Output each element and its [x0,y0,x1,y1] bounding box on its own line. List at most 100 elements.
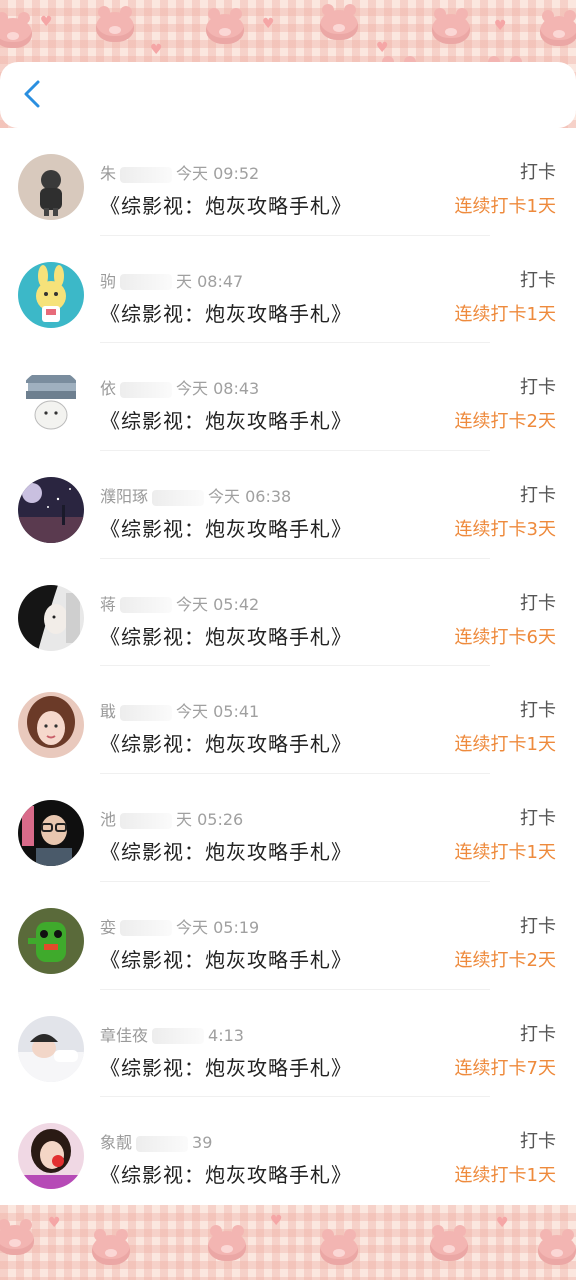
avatar[interactable] [18,154,84,220]
streak-label: 连续打卡2天 [454,411,556,433]
list-item[interactable]: 蒋 今天 05:42 《综影视：炮灰攻略手札》 打卡 连续打卡6天 [0,559,576,667]
user-name[interactable]: 章佳夜 [100,1026,148,1045]
blurred-name-mask [120,166,173,183]
streak-label: 连续打卡1天 [454,734,556,756]
list-item[interactable]: 池 天 05:26 《综影视：炮灰攻略手札》 打卡 连续打卡1天 [0,774,576,882]
user-name[interactable]: 濮阳琢 [100,487,148,506]
book-title[interactable]: 《综影视：炮灰攻略手札》 [100,836,352,865]
list-item[interactable]: 依 今天 08:43 《综影视：炮灰攻略手札》 打卡 连续打卡2天 [0,343,576,451]
streak-label: 连续打卡1天 [454,303,556,325]
avatar[interactable] [18,1015,84,1082]
streak-label: 连续打卡3天 [454,519,556,541]
night-sky-avatar-icon [18,477,84,544]
action-label: 打卡 [520,592,556,614]
blurred-name-mask [120,812,173,829]
book-title[interactable]: 《综影视：炮灰攻略手札》 [100,513,352,542]
list-item[interactable]: 章佳夜 4:13 《综影视：炮灰攻略手札》 打卡 连续打卡7天 [0,990,576,1098]
list-item[interactable]: 象靓 39 《综影视：炮灰攻略手札》 打卡 连续打卡1天 [0,1097,576,1205]
blurred-name-mask [120,274,173,291]
streak-label: 连续打卡1天 [454,1165,556,1187]
avatar[interactable] [18,1123,84,1190]
bear-decoration-icon [430,1225,468,1261]
streak-label: 连续打卡1天 [454,842,556,864]
user-name[interactable]: 娈 [100,918,116,937]
action-label: 打卡 [520,700,556,722]
checkin-list: 朱 今天 09:52 《综影视：炮灰攻略手札》 打卡 连续打卡1天 驹 天 08:4… [0,128,576,1205]
entry-meta: 章佳夜 4:13 [100,1022,244,1046]
list-item[interactable]: 驹 天 08:47 《综影视：炮灰攻略手札》 打卡 连续打卡1天 [0,236,576,344]
heart-decoration-icon: ♥ [376,40,389,56]
avatar[interactable] [18,907,84,974]
blurred-name-mask [120,381,173,398]
list-item[interactable]: 濮阳琢 今天 06:38 《综影视：炮灰攻略手札》 打卡 连续打卡3天 [0,451,576,559]
user-name[interactable]: 戢 [100,702,116,721]
avatar[interactable] [18,584,84,651]
book-title[interactable]: 《综影视：炮灰攻略手札》 [100,1052,352,1081]
user-name[interactable]: 蒋 [100,595,116,614]
entry-meta: 驹 天 08:47 [100,268,243,292]
entry-time: 今天 05:42 [176,594,260,614]
lying-girl-avatar-icon [18,1015,84,1082]
action-label: 打卡 [520,1023,556,1045]
green-toy-avatar-icon [18,907,84,974]
entry-time: 39 [192,1133,213,1153]
girl-red-avatar-icon [18,1123,84,1190]
heart-decoration-icon: ♥ [262,16,275,32]
cartoon-rabbit-avatar-icon [18,261,84,328]
glasses-man-avatar-icon [18,800,84,867]
entry-time: 今天 08:43 [176,379,260,399]
list-item[interactable]: 戢 今天 05:41 《综影视：炮灰攻略手札》 打卡 连续打卡1天 [0,666,576,774]
streak-label: 连续打卡2天 [454,949,556,971]
heart-decoration-icon: ♥ [48,1215,61,1231]
entry-time: 天 08:47 [176,271,244,291]
book-title[interactable]: 《综影视：炮灰攻略手札》 [100,1159,352,1188]
heart-decoration-icon: ♥ [150,42,163,58]
user-name[interactable]: 依 [100,379,116,398]
book-title[interactable]: 《综影视：炮灰攻略手札》 [100,298,352,327]
avatar[interactable] [18,261,84,328]
action-label: 打卡 [520,377,556,399]
entry-time: 4:13 [208,1025,244,1045]
book-title[interactable]: 《综影视：炮灰攻略手札》 [100,405,352,434]
user-name[interactable]: 池 [100,810,116,829]
entry-meta: 象靓 39 [100,1129,212,1153]
entry-meta: 蒋 今天 05:42 [100,591,259,615]
avatar[interactable] [18,369,84,436]
bear-decoration-icon [320,1229,358,1265]
top-nav-bar [0,62,576,128]
user-name[interactable]: 象靓 [100,1133,132,1152]
entry-meta: 戢 今天 05:41 [100,698,259,722]
avatar[interactable] [18,477,84,544]
entry-time: 今天 09:52 [176,164,260,183]
avatar[interactable] [18,800,84,867]
book-title[interactable]: 《综影视：炮灰攻略手札》 [100,621,352,650]
action-label: 打卡 [520,485,556,507]
book-title[interactable]: 《综影视：炮灰攻略手札》 [100,944,352,973]
streak-label: 连续打卡7天 [454,1057,556,1079]
entry-meta: 朱 今天 09:52 [100,160,259,184]
book-title[interactable]: 《综影视：炮灰攻略手札》 [100,728,352,757]
entry-meta: 濮阳琢 今天 06:38 [100,483,291,507]
entry-meta: 池 天 05:26 [100,806,243,830]
back-button[interactable] [14,76,50,112]
action-label: 打卡 [520,269,556,291]
entry-meta: 依 今天 08:43 [100,375,259,399]
blurred-name-mask [120,597,173,614]
blurred-name-mask [120,920,173,937]
avatar[interactable] [18,692,84,759]
portrait-bw-avatar-icon [18,584,84,651]
child-photo-avatar-icon [18,154,84,220]
user-name[interactable]: 驹 [100,272,116,291]
book-title[interactable]: 《综影视：炮灰攻略手札》 [100,190,352,219]
books-stack-avatar-icon [18,369,84,436]
bear-decoration-icon [320,4,358,40]
list-item[interactable]: 朱 今天 09:52 《综影视：炮灰攻略手札》 打卡 连续打卡1天 [0,128,576,236]
girl-portrait-avatar-icon [18,692,84,759]
blurred-name-mask [120,704,173,721]
bear-decoration-icon [432,8,470,44]
list-item[interactable]: 娈 今天 05:19 《综影视：炮灰攻略手札》 打卡 连续打卡2天 [0,882,576,990]
bear-decoration-icon [208,1225,246,1261]
user-name[interactable]: 朱 [100,164,116,183]
bear-decoration-icon [0,1219,34,1255]
entry-time: 天 05:26 [176,810,244,830]
